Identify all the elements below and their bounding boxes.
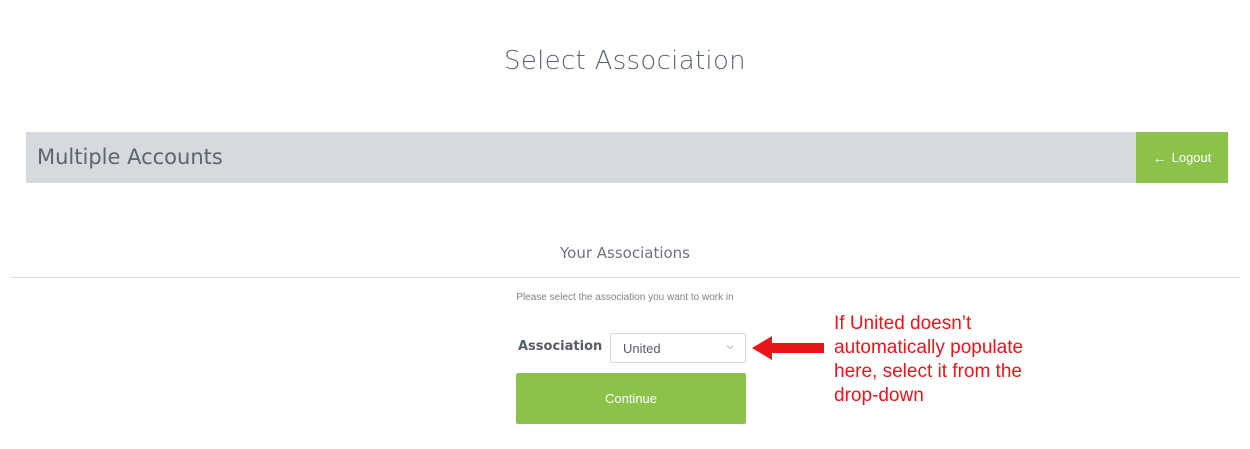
continue-button[interactable]: Continue	[516, 373, 746, 424]
association-label: Association	[518, 339, 603, 354]
annotation-line: If United doesn’t	[834, 313, 972, 334]
divider	[10, 277, 1240, 278]
page: Select Association Multiple Accounts ← L…	[0, 0, 1250, 449]
instruction-text: Please select the association you want t…	[516, 292, 734, 303]
logout-button[interactable]: ← Logout	[1136, 132, 1228, 183]
chevron-down-icon	[726, 345, 734, 350]
header-bar: Multiple Accounts	[26, 132, 1136, 183]
annotation-line: automatically populate	[834, 337, 1024, 358]
section-title: Your Associations	[559, 244, 690, 262]
logout-label: Logout	[1171, 150, 1212, 165]
association-selected-value: United	[623, 340, 661, 356]
annotation-line: here, select it from the	[834, 361, 1022, 382]
annotation-line: drop-down	[834, 385, 924, 406]
association-select[interactable]: United	[610, 333, 746, 363]
arrow-left-icon: ←	[1152, 149, 1167, 166]
header-title: Multiple Accounts	[37, 145, 223, 169]
annotation-text: If United doesn’t automatically populate…	[834, 312, 1094, 408]
page-title: Select Association	[504, 46, 746, 76]
red-arrow-icon	[752, 336, 824, 360]
